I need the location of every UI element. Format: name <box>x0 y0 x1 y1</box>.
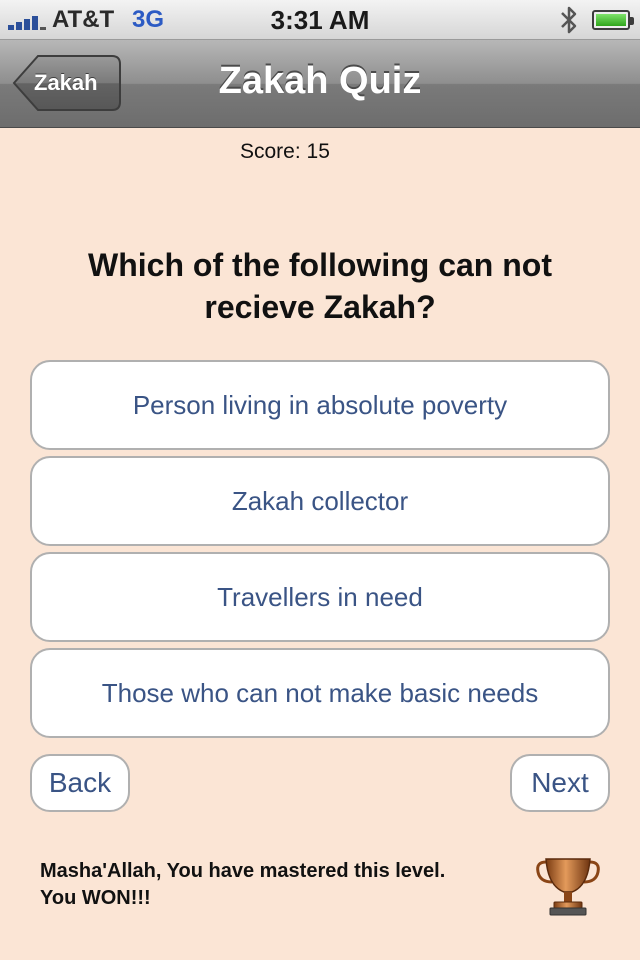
back-button[interactable]: Back <box>30 754 130 812</box>
score-label: Score: 15 <box>240 140 330 163</box>
trophy-icon <box>536 858 600 916</box>
win-message-line-2: You WON!!! <box>40 887 151 909</box>
answer-button-1[interactable]: Person living in absolute poverty <box>30 360 610 450</box>
bluetooth-icon <box>561 6 577 34</box>
win-message-line-1: Masha'Allah, You have mastered this leve… <box>40 860 446 882</box>
win-message: Masha'Allah, You have mastered this leve… <box>40 858 520 912</box>
question-text: Which of the following can not recieve Z… <box>88 247 552 325</box>
answer-button-4[interactable]: Those who can not make basic needs <box>30 648 610 738</box>
status-bar: AT&T 3G 3:31 AM <box>0 0 640 40</box>
battery-icon <box>592 10 634 30</box>
page-title: Zakah Quiz <box>218 60 422 102</box>
answer-button-2[interactable]: Zakah collector <box>30 456 610 546</box>
status-time: 3:31 AM <box>270 5 370 35</box>
answer-button-3[interactable]: Travellers in need <box>30 552 610 642</box>
next-button[interactable]: Next <box>510 754 610 812</box>
navigation-bar: Zakah Zakah Quiz <box>0 40 640 128</box>
